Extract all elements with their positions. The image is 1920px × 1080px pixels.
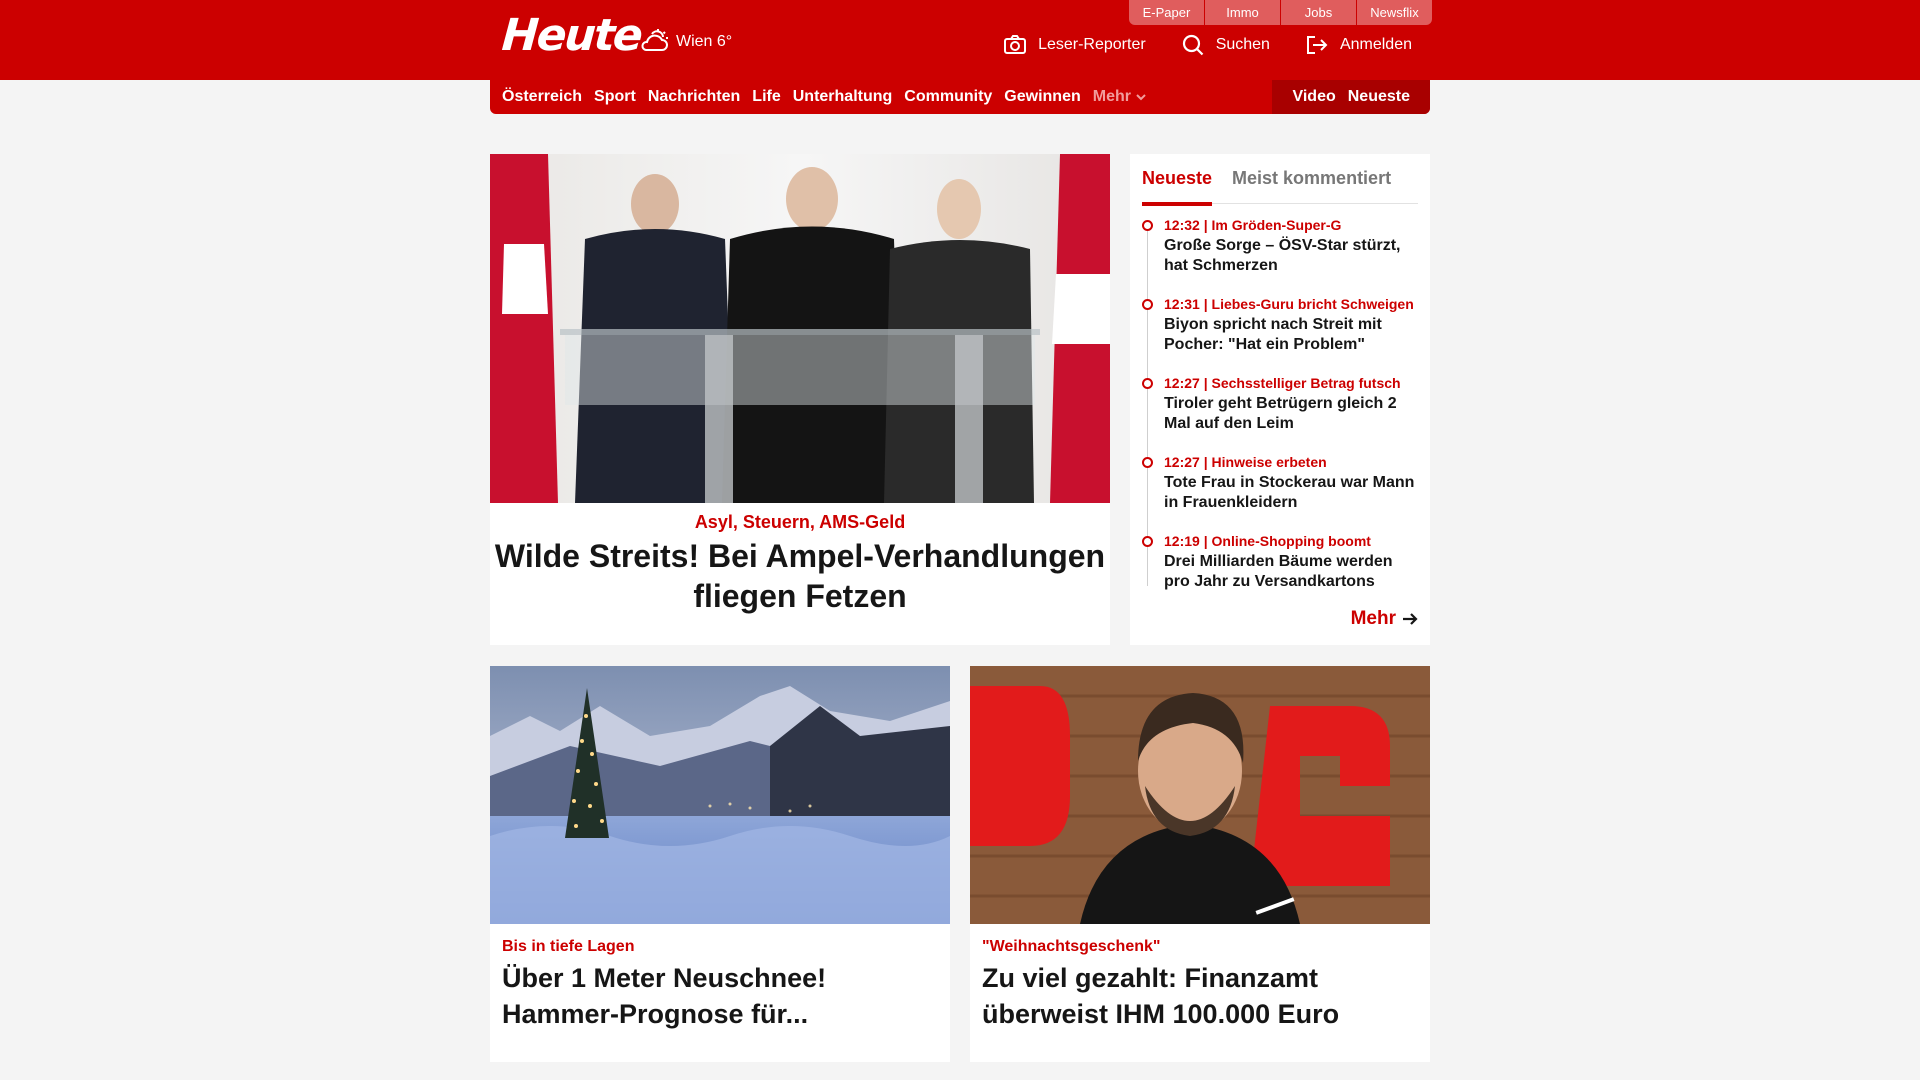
timeline-dot <box>1142 220 1153 231</box>
search-button[interactable]: Suchen <box>1182 34 1270 56</box>
nav-more-dropdown[interactable]: Mehr <box>1093 88 1147 106</box>
nav-item-sport[interactable]: Sport <box>594 88 636 106</box>
timeline-meta: 12:32 | Im Gröden-Super-G <box>1164 217 1342 233</box>
hero-kicker: Asyl, Steuern, AMS-Geld <box>694 512 906 532</box>
hero-headline[interactable]: Wilde Streits! Bei Ampel-Verhandlungen f… <box>490 536 1110 616</box>
nav-more-label: Mehr <box>1092 88 1131 105</box>
top-header: E-Paper Immo Jobs Newsflix Heute Wien 6°… <box>0 0 1920 80</box>
sidebar-more-link[interactable]: Mehr <box>1351 608 1418 630</box>
timeline-dot <box>1142 299 1153 310</box>
arrow-right-icon <box>1403 613 1418 625</box>
timeline-title[interactable]: Tiroler geht Betrügern gleich 2 Mal auf … <box>1164 394 1422 434</box>
leser-reporter-label: Leser-Reporter <box>1038 36 1146 53</box>
timeline-title[interactable]: Biyon spricht nach Streit mit Pocher: "H… <box>1164 315 1422 355</box>
camera-icon <box>1004 35 1027 54</box>
timeline-title[interactable]: Tote Frau in Stockerau war Mann in Fraue… <box>1164 473 1422 513</box>
timeline-item[interactable]: 12:31 | Liebes-Guru bricht Schweigen Biy… <box>1142 295 1422 374</box>
service-link-immo[interactable]: Immo <box>1205 0 1280 25</box>
nav-item-nachrichten[interactable]: Nachrichten <box>648 88 740 106</box>
weather-widget[interactable]: Wien 6° <box>638 28 732 56</box>
timeline-item[interactable]: 12:32 | Im Gröden-Super-G Große Sorge – … <box>1142 216 1422 295</box>
hero-article[interactable]: Asyl, Steuern, AMS-Geld Wilde Streits! B… <box>490 154 1110 645</box>
article-kicker: Bis in tiefe Lagen <box>502 938 635 955</box>
article-headline[interactable]: Zu viel gezahlt: Finanzamt überweist IHM… <box>982 960 1422 1032</box>
service-link-jobs[interactable]: Jobs <box>1281 0 1356 25</box>
timeline-item[interactable]: 12:27 | Sechsstelliger Betrag futsch Tir… <box>1142 374 1422 453</box>
chevron-down-icon <box>1136 94 1146 101</box>
article-image-portrait <box>970 666 1430 924</box>
login-label: Anmelden <box>1339 36 1412 53</box>
nav-right-group: Video Neueste <box>1272 80 1430 114</box>
site-logo[interactable]: Heute <box>500 10 642 61</box>
nav-item-unterhaltung[interactable]: Unterhaltung <box>793 88 893 106</box>
news-timeline: 12:32 | Im Gröden-Super-G Große Sorge – … <box>1142 216 1422 611</box>
article-headline[interactable]: Über 1 Meter Neuschnee! Hammer-Prognose … <box>502 960 942 1032</box>
timeline-dot <box>1142 457 1153 468</box>
timeline-title[interactable]: Große Sorge – ÖSV-Star stürzt, hat Schme… <box>1164 236 1422 276</box>
cloud-sun-icon <box>641 29 668 51</box>
service-link-newsflix[interactable]: Newsflix <box>1357 0 1432 25</box>
timeline-item[interactable]: 12:27 | Hinweise erbeten Tote Frau in St… <box>1142 453 1422 532</box>
article-card[interactable]: Bis in tiefe Lagen Über 1 Meter Neuschne… <box>490 666 950 1062</box>
service-link-epaper[interactable]: E-Paper <box>1129 0 1204 25</box>
tab-neueste[interactable]: Neueste <box>1142 164 1213 206</box>
timeline-meta: 12:27 | Hinweise erbeten <box>1164 454 1327 470</box>
login-icon <box>1306 36 1328 54</box>
main-navigation: Österreich Sport Nachrichten Life Unterh… <box>490 80 1430 114</box>
header-actions: Leser-Reporter Suchen Anmelden <box>968 34 1412 56</box>
nav-items: Österreich Sport Nachrichten Life Unterh… <box>490 88 1272 106</box>
timeline-item[interactable]: 12:19 | Online-Shopping boomt Drei Milli… <box>1142 532 1422 611</box>
leser-reporter-button[interactable]: Leser-Reporter <box>1004 35 1146 55</box>
hero-image <box>490 154 1110 503</box>
service-links: E-Paper Immo Jobs Newsflix <box>1129 0 1432 25</box>
article-kicker: "Weihnachtsgeschenk" <box>982 938 1161 955</box>
news-sidebar: Neueste Meist kommentiert 12:32 | Im Grö… <box>1130 154 1430 645</box>
timeline-dot <box>1142 536 1153 547</box>
nav-item-neueste[interactable]: Neueste <box>1348 88 1410 106</box>
nav-item-life[interactable]: Life <box>752 88 780 106</box>
timeline-meta: 12:19 | Online-Shopping boomt <box>1164 533 1371 549</box>
search-label: Suchen <box>1215 36 1270 53</box>
timeline-dot <box>1142 378 1153 389</box>
nav-item-gewinnen[interactable]: Gewinnen <box>1004 88 1080 106</box>
tab-meist-kommentiert[interactable]: Meist kommentiert <box>1232 164 1391 204</box>
article-image-snow <box>490 666 950 924</box>
timeline-meta: 12:31 | Liebes-Guru bricht Schweigen <box>1164 296 1414 312</box>
weather-text: Wien 6° <box>676 33 733 50</box>
sidebar-more-label: Mehr <box>1350 608 1396 629</box>
article-card[interactable]: "Weihnachtsgeschenk" Zu viel gezahlt: Fi… <box>970 666 1430 1062</box>
timeline-meta: 12:27 | Sechsstelliger Betrag futsch <box>1164 375 1401 391</box>
timeline-title[interactable]: Drei Milliarden Bäume werden pro Jahr zu… <box>1164 552 1422 592</box>
nav-item-oesterreich[interactable]: Österreich <box>502 88 582 106</box>
login-button[interactable]: Anmelden <box>1306 35 1412 55</box>
nav-item-video[interactable]: Video <box>1292 88 1335 106</box>
sidebar-tabs: Neueste Meist kommentiert <box>1142 164 1418 206</box>
search-icon <box>1182 34 1203 56</box>
nav-item-community[interactable]: Community <box>904 88 992 106</box>
